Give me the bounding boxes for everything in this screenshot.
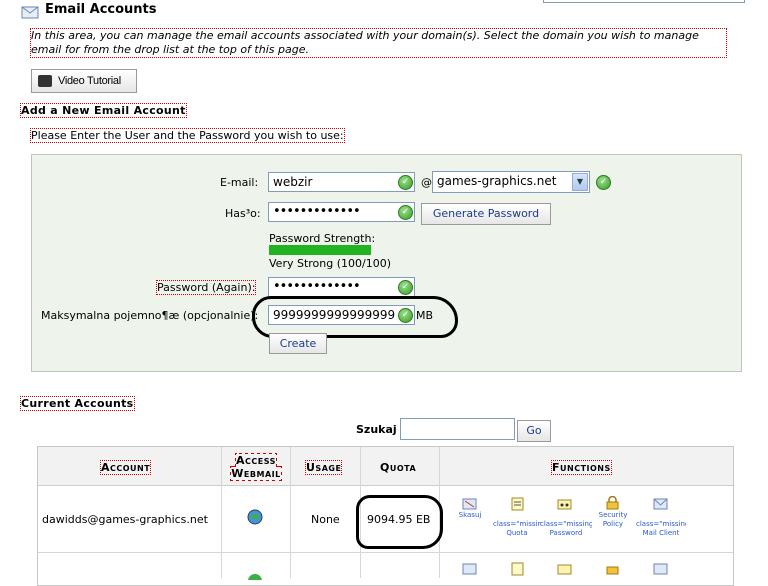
strength-label: Password Strength: [269, 232, 376, 245]
column-header-webmail[interactable]: Access Webmail [222, 453, 290, 481]
lock-icon[interactable] [605, 561, 620, 575]
column-header-account[interactable]: Account [99, 460, 152, 475]
intro-text: In this area, you can manage the email a… [30, 28, 727, 58]
page-title: Email Accounts [45, 2, 157, 17]
configure-mail-client-icon[interactable] [653, 497, 668, 511]
configure-mail-client-icon[interactable] [653, 562, 668, 576]
strength-bar-track [269, 245, 371, 255]
email-label: E-mail: [220, 176, 259, 189]
chevron-down-icon[interactable]: ▼ [572, 173, 588, 191]
camera-icon [38, 75, 52, 87]
configure-mail-client-link[interactable]: class="missinglangkey">Configure Mail Cl… [636, 520, 686, 547]
search-label: Szukaj [356, 423, 397, 436]
create-button[interactable]: Create [269, 333, 327, 354]
video-tutorial-button[interactable]: Video Tutorial [31, 69, 137, 93]
password-valid-icon: ✓ [398, 205, 413, 220]
password-again-valid-icon: ✓ [398, 280, 413, 295]
domain-select-value: games-graphics.net [437, 174, 557, 188]
column-header-functions: Functions [551, 460, 612, 475]
change-quota-label: class="missinglangkey">Change Quota [493, 520, 541, 537]
row-divider [38, 552, 733, 553]
at-sign: @ [421, 176, 432, 189]
col-divider [290, 447, 291, 578]
delete-icon[interactable] [462, 497, 477, 511]
delete-icon[interactable] [462, 562, 477, 576]
go-button[interactable]: Go [517, 420, 551, 442]
change-password-label: class="missinglangkey">Change Password [540, 520, 592, 537]
marker-scribble-quota [252, 296, 458, 338]
column-header-webmail-label: Access Webmail [230, 453, 282, 481]
generate-password-button[interactable]: Generate Password [421, 203, 551, 225]
lock-icon[interactable] [605, 495, 620, 510]
strength-value: Very Strong (100/100) [269, 257, 392, 270]
configure-mail-client-label: class="missinglangkey">Configure Mail Cl… [636, 520, 686, 537]
current-accounts-title: Current Accounts [20, 396, 135, 411]
search-input[interactable] [400, 418, 515, 440]
delete-link[interactable]: Skasuj [452, 511, 488, 520]
webmail-icon[interactable] [246, 572, 264, 580]
column-header-usage[interactable]: Usage [304, 460, 343, 475]
mail-icon [21, 3, 39, 19]
change-quota-icon[interactable] [510, 497, 525, 511]
add-section-subtitle: Please Enter the User and the Password y… [30, 128, 345, 143]
add-section-title: Add a New Email Account [20, 103, 187, 118]
change-password-icon[interactable] [557, 497, 572, 511]
top-select-edge[interactable] [543, 0, 745, 3]
video-tutorial-label: Video Tutorial [58, 75, 121, 87]
domain-select[interactable]: games-graphics.net ▼ [432, 171, 590, 193]
change-quota-link[interactable]: class="missinglangkey">Change Quota [493, 520, 541, 538]
quota-label: Maksymalna pojemno¶æ (opcjonalnie): [41, 309, 259, 322]
password-label: Has³o: [225, 207, 261, 220]
usage-cell: None [311, 513, 340, 526]
password-again-label: Password (Again): [155, 280, 257, 295]
change-password-link[interactable]: class="missinglangkey">Change Password [540, 520, 592, 538]
email-valid-icon: ✓ [398, 175, 413, 190]
webmail-icon[interactable] [246, 508, 264, 526]
password-again-input[interactable]: ••••••••••••• [268, 277, 415, 297]
domain-valid-icon: ✓ [596, 175, 611, 190]
strength-bar-fill [269, 245, 371, 255]
change-password-icon[interactable] [557, 562, 572, 576]
email-input[interactable]: webzir [268, 172, 415, 192]
security-policy-link[interactable]: Security Policy [592, 511, 634, 529]
account-cell: dawidds@games-graphics.net [42, 513, 208, 526]
change-quota-icon[interactable] [510, 562, 525, 576]
column-header-quota[interactable]: Quota [380, 461, 416, 474]
marker-scribble-row-quota [356, 495, 443, 549]
password-input[interactable]: ••••••••••••• [268, 202, 415, 222]
